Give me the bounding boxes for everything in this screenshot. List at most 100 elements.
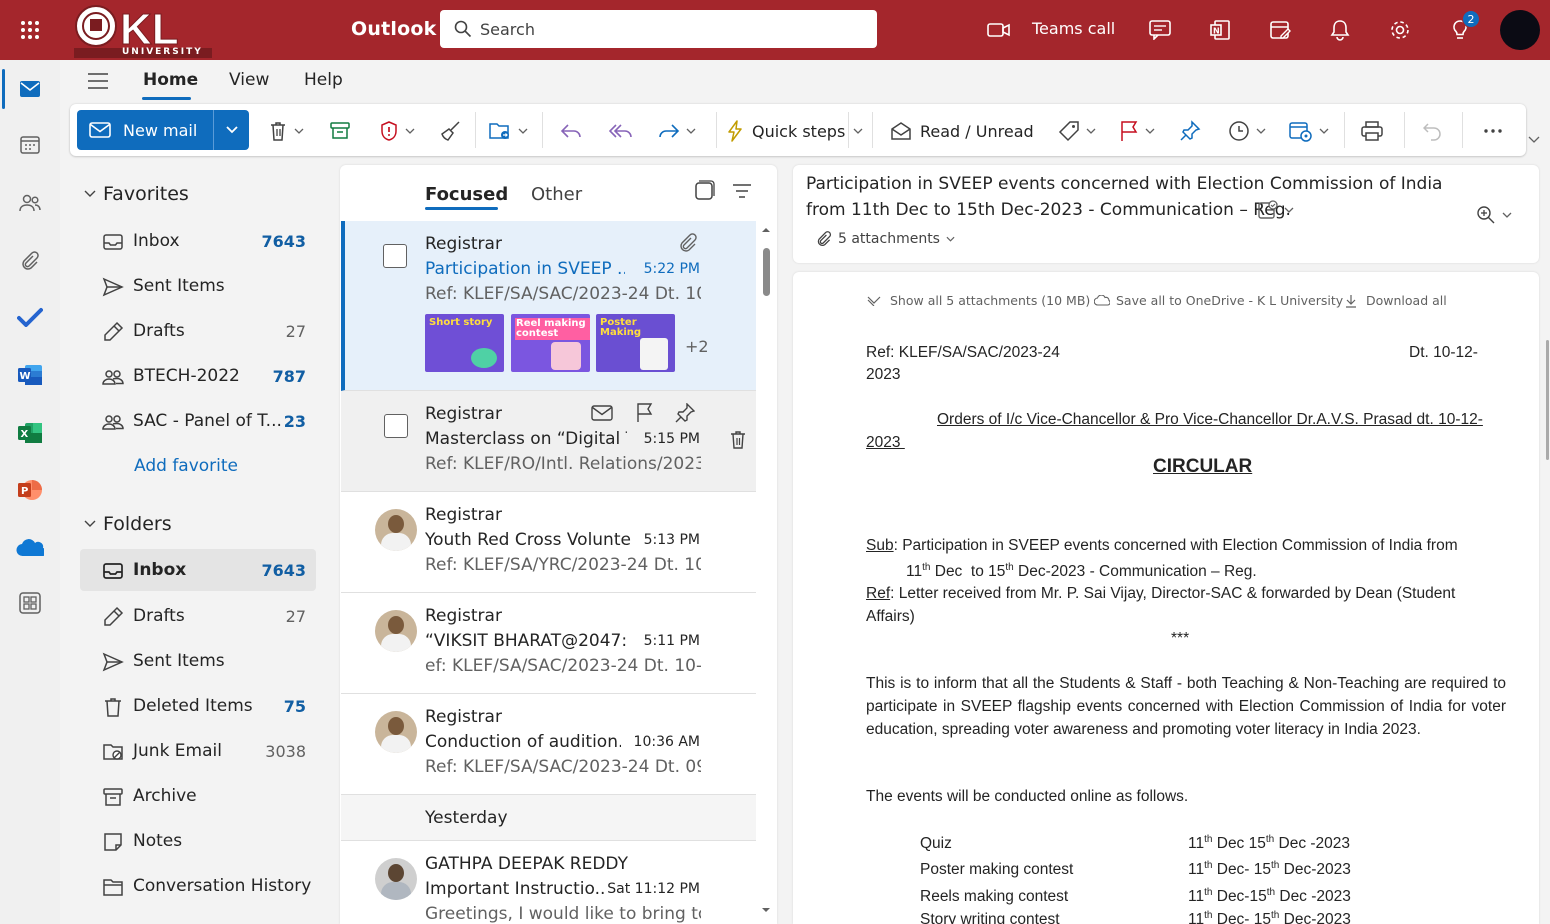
attachments-toggle[interactable]: 5 attachments	[816, 231, 955, 247]
select-mode-icon[interactable]	[693, 180, 715, 202]
snooze-button[interactable]	[1228, 116, 1266, 146]
save-to-onedrive-button[interactable]: Save all to OneDrive - K L University	[1094, 293, 1343, 308]
video-call-icon[interactable]	[984, 15, 1014, 45]
message-item[interactable]: GATHPA DEEPAK REDDY Important Instructio…	[341, 841, 756, 924]
sweep-button[interactable]	[440, 116, 462, 146]
quick-steps-button[interactable]: Quick steps	[726, 116, 845, 146]
new-mail-button[interactable]: New mail	[77, 110, 213, 150]
chat-icon[interactable]	[1145, 15, 1175, 45]
reply-all-button[interactable]	[609, 116, 633, 146]
print-button[interactable]	[1361, 116, 1383, 146]
message-select-checkbox[interactable]	[383, 244, 407, 268]
people-icon[interactable]	[0, 181, 60, 225]
bell-icon[interactable]	[1325, 15, 1355, 45]
message-item[interactable]: Registrar “VIKSIT BHARAT@2047: ... 5:11 …	[341, 593, 756, 694]
powerpoint-icon[interactable]: P	[0, 468, 60, 512]
rules-button[interactable]	[1289, 116, 1329, 146]
favorite-item-btech-2022[interactable]: BTECH-2022 787	[80, 355, 316, 397]
scrollbar-thumb[interactable]	[763, 248, 770, 296]
my-day-icon[interactable]	[1265, 15, 1295, 45]
folder-item-archive[interactable]: Archive	[80, 775, 316, 817]
todo-icon[interactable]	[0, 295, 60, 339]
calendar-icon[interactable]	[0, 123, 60, 167]
tab-help[interactable]: Help	[304, 70, 343, 90]
reply-all-icon	[609, 124, 632, 138]
message-item[interactable]: Registrar Participation in SVEEP ... 5:2…	[341, 221, 756, 391]
undo-button[interactable]	[1423, 116, 1443, 146]
mail-icon[interactable]	[0, 67, 60, 111]
favorite-item-drafts[interactable]: Drafts 27	[80, 310, 316, 352]
folder-item-sent-items[interactable]: Sent Items	[80, 640, 316, 682]
reply-button[interactable]	[560, 116, 582, 146]
teams-call-button[interactable]: Teams call	[1032, 19, 1115, 38]
orders-line: Orders of I/c Vice-Chancellor & Pro Vice…	[937, 411, 1483, 428]
new-mail-dropdown[interactable]	[213, 110, 249, 150]
read-unread-button[interactable]: Read / Unread	[890, 116, 1034, 146]
app-launcher-icon[interactable]	[14, 14, 46, 46]
attachment-thumbnail[interactable]: Reel making contest	[511, 314, 590, 372]
show-all-attachments-button[interactable]: Show all 5 attachments (10 MB)	[867, 293, 1090, 308]
folder-item-notes[interactable]: Notes	[80, 820, 316, 862]
filter-icon[interactable]	[732, 183, 752, 199]
hamburger-menu-icon[interactable]	[86, 68, 112, 94]
attachment-thumbnail[interactable]: Short story	[425, 314, 504, 372]
more-apps-icon[interactable]	[0, 581, 60, 625]
university-logo[interactable]: KL UNIVERSITY	[72, 2, 214, 58]
categorize-button[interactable]	[1058, 116, 1096, 146]
attachment-icon[interactable]	[0, 239, 60, 283]
tab-other[interactable]: Other	[531, 184, 582, 205]
reading-pane-scrollbar[interactable]	[1546, 340, 1549, 460]
favorite-item-sent-items[interactable]: Sent Items	[80, 265, 316, 307]
report-button[interactable]	[379, 116, 415, 146]
folders-header[interactable]: Folders	[84, 513, 172, 535]
search-input[interactable]	[480, 19, 860, 39]
quick-steps-dropdown[interactable]	[853, 116, 863, 146]
office-icon[interactable]: N	[1205, 15, 1235, 45]
svg-text:N: N	[1213, 27, 1220, 36]
folder-item-conversation-history[interactable]: Conversation History	[80, 865, 316, 907]
word-icon[interactable]: W	[0, 353, 60, 397]
message-item[interactable]: Registrar Youth Red Cross Volunte... 5:1…	[341, 492, 756, 593]
delete-message-icon[interactable]	[729, 430, 747, 450]
message-list-scrollbar[interactable]	[758, 221, 774, 924]
folder-item-junk-email[interactable]: Junk Email 3038	[80, 730, 316, 772]
more-options-button[interactable]	[1483, 116, 1503, 146]
settings-icon[interactable]	[1385, 15, 1415, 45]
move-to-button[interactable]	[488, 116, 528, 146]
tab-focused[interactable]: Focused	[425, 184, 508, 205]
message-item[interactable]: Registrar Masterclass on “Digital T... 5…	[341, 391, 756, 492]
app-name[interactable]: Outlook	[351, 18, 436, 40]
zoom-icon	[1477, 206, 1495, 224]
message-item[interactable]: Registrar Conduction of audition... 10:3…	[341, 694, 756, 795]
favorite-item-sac-panel[interactable]: SAC - Panel of T... 23	[80, 400, 316, 442]
message-select-checkbox[interactable]	[384, 414, 408, 438]
folder-item-drafts[interactable]: Drafts 27	[80, 595, 316, 637]
pin-icon[interactable]	[675, 403, 695, 423]
delete-button[interactable]	[268, 116, 304, 146]
favorite-item-inbox[interactable]: Inbox 7643	[80, 220, 316, 262]
zoom-button[interactable]	[1476, 205, 1512, 225]
archive-button[interactable]	[330, 116, 350, 146]
folder-item-deleted-items[interactable]: Deleted Items 75	[80, 685, 316, 727]
account-avatar[interactable]	[1500, 10, 1540, 50]
search-box[interactable]	[440, 10, 877, 48]
favorites-header[interactable]: Favorites	[84, 183, 189, 205]
summary-button[interactable]	[1258, 200, 1294, 220]
pin-button[interactable]	[1179, 116, 1201, 146]
date-part: Dec 15	[1212, 835, 1266, 852]
tab-home[interactable]: Home	[143, 70, 198, 90]
folder-label: Archive	[133, 786, 197, 806]
flag-icon[interactable]	[636, 403, 654, 423]
download-all-button[interactable]: Download all	[1345, 293, 1447, 308]
folder-item-inbox[interactable]: Inbox 7643	[80, 549, 316, 591]
tab-view[interactable]: View	[229, 70, 269, 90]
attachment-thumbnail[interactable]: Poster Making	[596, 314, 675, 372]
excel-icon[interactable]: X	[0, 411, 60, 455]
mark-read-icon[interactable]	[591, 405, 613, 421]
onedrive-icon[interactable]	[0, 526, 60, 570]
forward-button[interactable]	[658, 116, 696, 146]
date-part: Dec to 15	[930, 563, 1006, 580]
flag-button[interactable]	[1119, 116, 1155, 146]
add-favorite-link[interactable]: Add favorite	[134, 456, 238, 476]
ribbon-expand-chevron-icon[interactable]	[1528, 136, 1540, 144]
